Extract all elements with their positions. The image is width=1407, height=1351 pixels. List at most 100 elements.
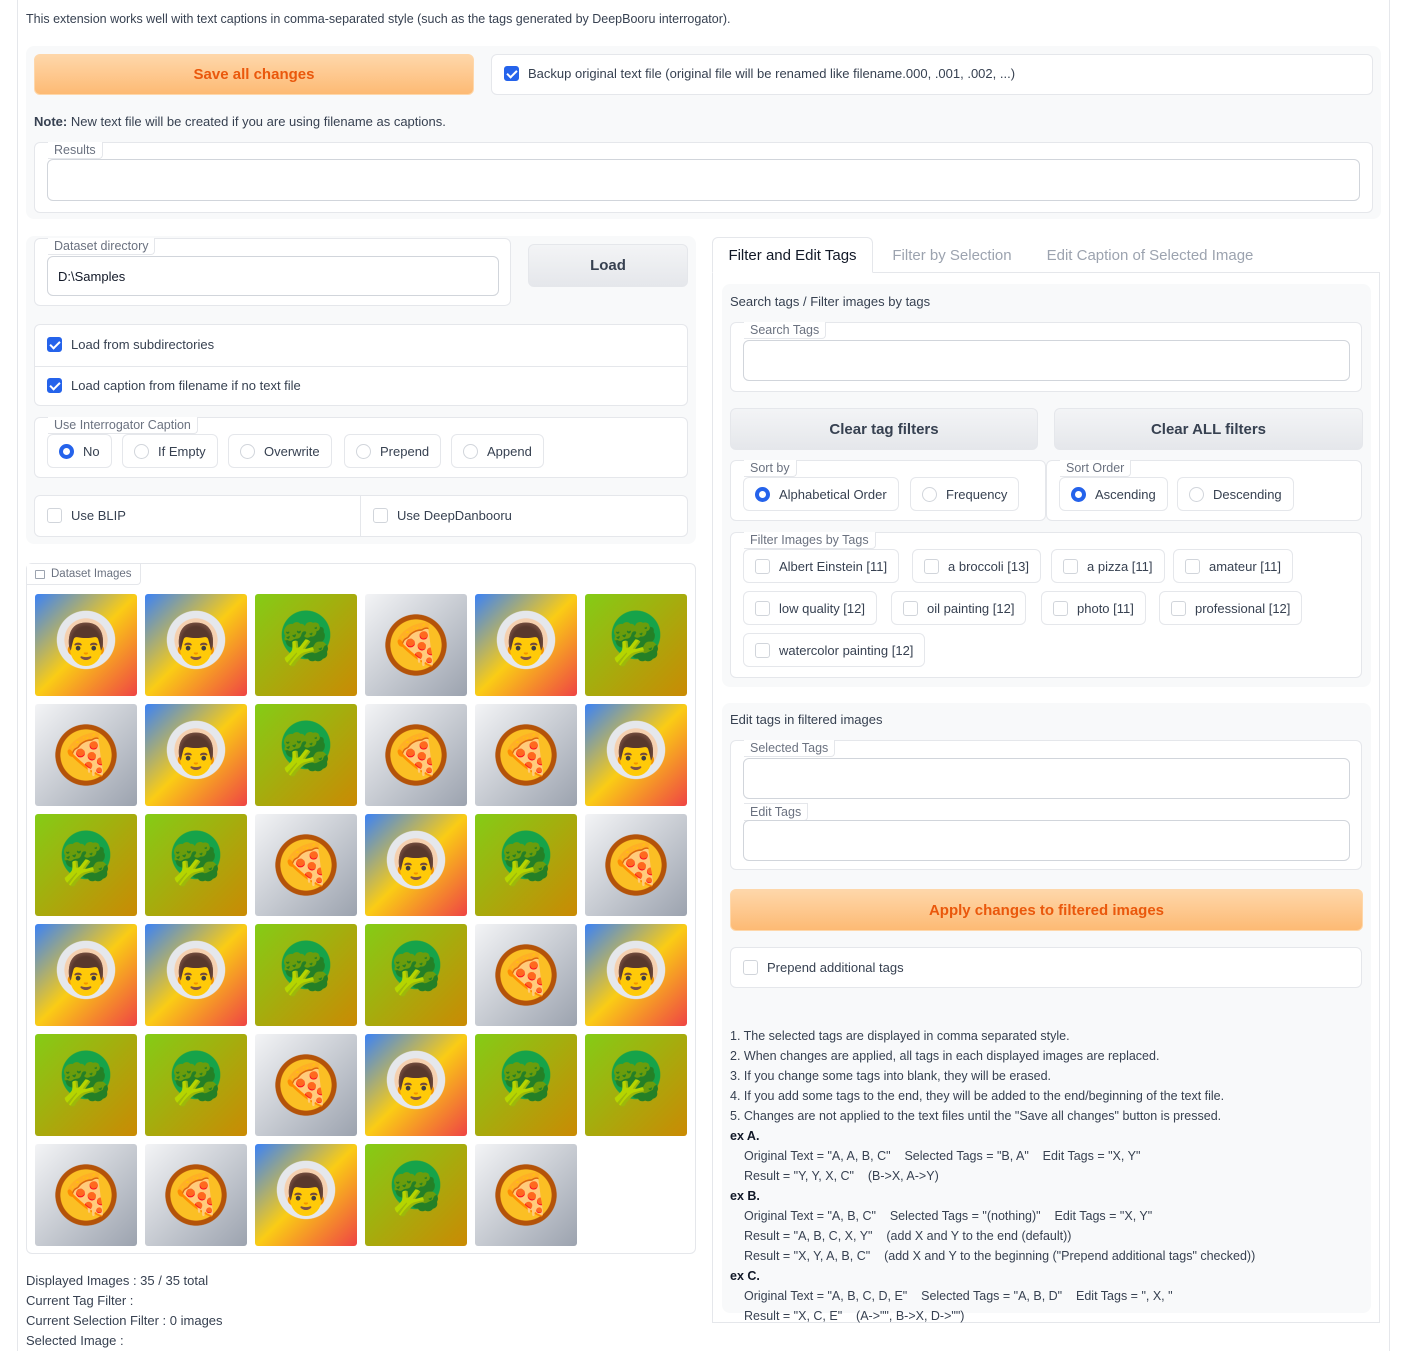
radio-descending[interactable]	[1189, 486, 1204, 502]
filter-tag-checkbox[interactable]	[755, 642, 770, 658]
use-blip-row[interactable]: Use BLIP	[47, 508, 126, 523]
gallery-thumbnail-pizza[interactable]: 🍕	[35, 704, 137, 806]
filter-tag-checkbox[interactable]	[755, 600, 770, 616]
filter-tag-checkbox[interactable]	[755, 558, 770, 574]
broccoli-icon: 🥦	[171, 843, 221, 887]
gallery-thumbnail-pizza[interactable]: 🍕	[255, 1034, 357, 1136]
interrogator-option-prepend[interactable]: Prepend	[344, 434, 442, 468]
load-subdirs-row[interactable]: Load from subdirectories	[47, 337, 214, 352]
filter-tag-watercolor-painting[interactable]: watercolor painting [12]	[743, 633, 926, 667]
filter-tag-a-broccoli[interactable]: a broccoli [13]	[912, 549, 1041, 583]
dataset-dir-input[interactable]: D:\Samples	[47, 256, 499, 296]
filter-tag-label: photo [11]	[1077, 600, 1134, 616]
gallery-thumbnail-broccoli[interactable]: 🥦	[255, 594, 357, 696]
gallery-thumbnail-pizza[interactable]: 🍕	[35, 1144, 137, 1246]
gallery-thumbnail-broccoli[interactable]: 🥦	[475, 1034, 577, 1136]
gallery-thumbnail-einstein[interactable]: 👨	[145, 924, 247, 1026]
radio-ascending[interactable]	[1071, 486, 1086, 502]
gallery-thumbnail-broccoli[interactable]: 🥦	[365, 924, 467, 1026]
backup-checkbox[interactable]	[504, 66, 519, 81]
gallery-thumbnail-einstein[interactable]: 👨	[365, 814, 467, 916]
save-all-button[interactable]: Save all changes	[34, 54, 474, 95]
gallery-thumbnail-einstein[interactable]: 👨	[35, 594, 137, 696]
apply-changes-button[interactable]: Apply changes to filtered images	[730, 889, 1363, 931]
gallery-thumbnail-broccoli[interactable]: 🥦	[365, 1144, 467, 1246]
filter-tag-checkbox[interactable]	[1053, 600, 1068, 616]
load-subdirs-checkbox[interactable]	[47, 337, 62, 352]
load-caption-row[interactable]: Load caption from filename if no text fi…	[47, 378, 301, 393]
gallery-thumbnail-broccoli[interactable]: 🥦	[585, 1034, 687, 1136]
gallery-thumbnail-einstein[interactable]: 👨	[585, 924, 687, 1026]
clear-tag-filters-button[interactable]: Clear tag filters	[730, 408, 1038, 450]
filter-tag-professional[interactable]: professional [12]	[1159, 591, 1303, 625]
gallery-thumbnail-pizza[interactable]: 🍕	[255, 814, 357, 916]
sort-option-frequency[interactable]: Frequency	[910, 477, 1020, 511]
prepend-row[interactable]: Prepend additional tags	[743, 960, 904, 975]
gallery-thumbnail-broccoli[interactable]: 🥦	[255, 704, 357, 806]
gallery-thumbnail-pizza[interactable]: 🍕	[365, 594, 467, 696]
tab-filter-and-edit[interactable]: Filter and Edit Tags	[712, 237, 873, 273]
gallery-thumbnail-broccoli[interactable]: 🥦	[145, 1034, 247, 1136]
gallery-thumbnail-einstein[interactable]: 👨	[35, 924, 137, 1026]
gallery-thumbnail-broccoli[interactable]: 🥦	[35, 814, 137, 916]
load-button[interactable]: Load	[528, 244, 688, 287]
model-options-box	[34, 495, 688, 537]
gallery-thumbnail-pizza[interactable]: 🍕	[475, 924, 577, 1026]
filter-tag-photo[interactable]: photo [11]	[1041, 591, 1146, 625]
use-blip-checkbox[interactable]	[47, 508, 62, 523]
interrogator-option-no[interactable]: No	[47, 434, 112, 468]
gallery-thumbnail-broccoli[interactable]: 🥦	[585, 594, 687, 696]
radio-alphabetical[interactable]	[755, 486, 770, 502]
edit-tags-input[interactable]	[743, 820, 1350, 861]
sort-option-alphabetical[interactable]: Alphabetical Order	[743, 477, 899, 511]
interrogator-option-overwrite[interactable]: Overwrite	[228, 434, 332, 468]
tab-filter-by-selection[interactable]: Filter by Selection	[880, 237, 1024, 273]
interrogator-option-if-empty[interactable]: If Empty	[122, 434, 218, 468]
selected-tags-input[interactable]	[743, 758, 1350, 799]
broccoli-icon: 🥦	[391, 953, 441, 997]
gallery-thumbnail-einstein[interactable]: 👨	[365, 1034, 467, 1136]
gallery-thumbnail-einstein[interactable]: 👨	[475, 594, 577, 696]
backup-checkbox-row[interactable]: Backup original text file (original file…	[504, 66, 1015, 81]
radio-no[interactable]	[59, 443, 74, 459]
sort-order-descending[interactable]: Descending	[1177, 477, 1294, 511]
gallery-thumbnail-pizza[interactable]: 🍕	[475, 1144, 577, 1246]
filter-tag-oil-painting[interactable]: oil painting [12]	[891, 591, 1027, 625]
interrogator-option-append[interactable]: Append	[451, 434, 544, 468]
filter-tag-checkbox[interactable]	[924, 558, 939, 574]
gallery-thumbnail-einstein[interactable]: 👨	[145, 594, 247, 696]
gallery-thumbnail-pizza[interactable]: 🍕	[365, 704, 467, 806]
gallery-thumbnail-einstein[interactable]: 👨	[145, 704, 247, 806]
gallery-thumbnail-broccoli[interactable]: 🥦	[475, 814, 577, 916]
load-caption-checkbox[interactable]	[47, 378, 62, 393]
tab-edit-caption[interactable]: Edit Caption of Selected Image	[1036, 237, 1264, 273]
gallery-thumbnail-einstein[interactable]: 👨	[585, 704, 687, 806]
gallery-thumbnail-einstein[interactable]: 👨	[255, 1144, 357, 1246]
gallery-thumbnail-broccoli[interactable]: 🥦	[145, 814, 247, 916]
radio-append[interactable]	[463, 443, 478, 459]
search-tags-input[interactable]	[743, 340, 1350, 381]
prepend-checkbox[interactable]	[743, 960, 758, 975]
radio-overwrite[interactable]	[240, 443, 255, 459]
gallery-thumbnail-pizza[interactable]: 🍕	[475, 704, 577, 806]
filter-tag-amateur[interactable]: amateur [11]	[1173, 549, 1294, 583]
filter-tag-low-quality[interactable]: low quality [12]	[743, 591, 877, 625]
gallery-thumbnail-broccoli[interactable]: 🥦	[255, 924, 357, 1026]
sort-order-ascending[interactable]: Ascending	[1059, 477, 1168, 511]
use-deepdanbooru-row[interactable]: Use DeepDanbooru	[373, 508, 512, 523]
use-deepdanbooru-checkbox[interactable]	[373, 508, 388, 523]
radio-if-empty[interactable]	[134, 443, 149, 459]
gallery-thumbnail-pizza[interactable]: 🍕	[585, 814, 687, 916]
results-field[interactable]	[47, 159, 1360, 201]
filter-tag-a-pizza[interactable]: a pizza [11]	[1051, 549, 1165, 583]
filter-tag-checkbox[interactable]	[1185, 558, 1200, 574]
filter-tag-checkbox[interactable]	[903, 600, 918, 616]
gallery-thumbnail-pizza[interactable]: 🍕	[145, 1144, 247, 1246]
filter-tag-albert-einstein[interactable]: Albert Einstein [11]	[743, 549, 900, 583]
radio-frequency[interactable]	[922, 486, 937, 502]
clear-all-filters-button[interactable]: Clear ALL filters	[1054, 408, 1363, 450]
filter-tag-checkbox[interactable]	[1063, 558, 1078, 574]
radio-prepend[interactable]	[356, 443, 371, 459]
gallery-thumbnail-broccoli[interactable]: 🥦	[35, 1034, 137, 1136]
filter-tag-checkbox[interactable]	[1171, 600, 1186, 616]
